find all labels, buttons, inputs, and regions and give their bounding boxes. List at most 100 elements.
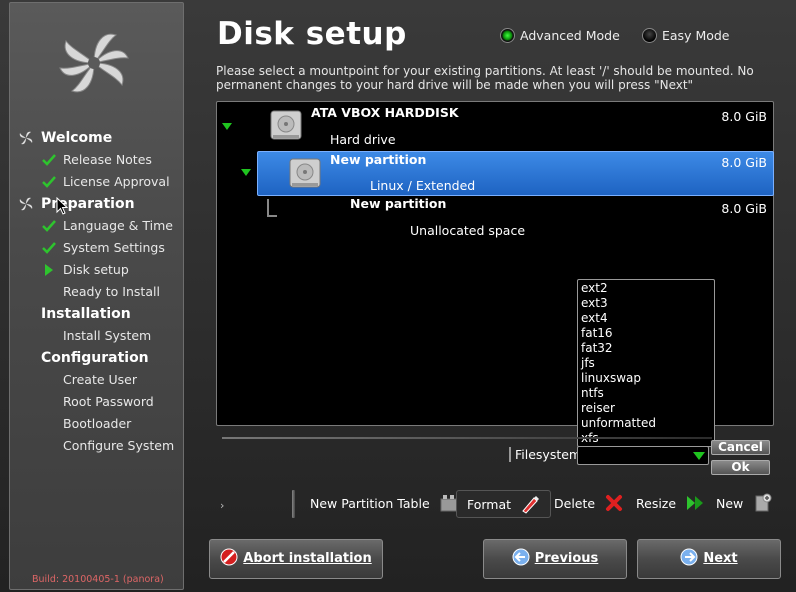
ok-button[interactable]: Ok [711, 460, 770, 475]
resize-button[interactable]: Resize [636, 490, 705, 518]
expand-disk-icon[interactable] [222, 123, 232, 130]
partition-toolbar: › New Partition Table Format Delete Resi… [216, 490, 776, 518]
sidebar-section: Installation [10, 303, 185, 325]
expand-partition-icon[interactable] [241, 169, 251, 176]
delete-button[interactable]: Delete [554, 490, 624, 518]
filesystem-option[interactable]: unformatted [578, 416, 714, 431]
sidebar-item: Release Notes [10, 149, 185, 171]
filesystem-option[interactable]: ext3 [578, 296, 714, 311]
filesystem-option[interactable]: ext4 [578, 311, 714, 326]
mouse-cursor-icon [56, 197, 68, 215]
arrow-left-icon [512, 548, 530, 566]
instruction-text: Please select a mountpoint for your exis… [216, 64, 754, 92]
filesystem-option[interactable]: ext2 [578, 281, 714, 296]
sidebar: Welcome Release Notes License Approval Prep… [9, 2, 184, 590]
sidebar-item-label: Install System [63, 328, 152, 343]
partition-size: 8.0 GiB [721, 155, 767, 170]
toolbar-expand-icon[interactable]: › [220, 499, 224, 512]
resize-label: Resize [636, 496, 677, 511]
unallocated-name: New partition [350, 196, 447, 211]
mode-easy-label: Easy Mode [662, 28, 730, 43]
sidebar-section: Welcome [10, 127, 185, 149]
sidebar-item: System Settings [10, 237, 185, 259]
sidebar-nav: Welcome Release Notes License Approval Prep… [10, 127, 185, 457]
page-title: Disk setup [217, 16, 407, 52]
delete-label: Delete [554, 496, 596, 511]
filesystem-combobox[interactable] [577, 446, 709, 465]
previous-button[interactable]: Previous [483, 539, 627, 579]
sidebar-item-label: Configure System [63, 438, 175, 453]
separator [222, 437, 712, 439]
resize-arrow-icon [687, 496, 704, 510]
sidebar-item-label: Disk setup [63, 262, 129, 277]
sidebar-item-label: Release Notes [63, 152, 152, 167]
mode-easy-radio[interactable]: Easy Mode [642, 28, 730, 43]
sidebar-item: License Approval [10, 171, 185, 193]
sidebar-item-label: System Settings [63, 240, 165, 255]
hard-drive-icon [270, 110, 302, 140]
new-partition-button[interactable]: New [716, 490, 772, 518]
format-brush-icon [522, 496, 540, 514]
sidebar-item-label: Create User [63, 372, 137, 387]
toolbar-separator [292, 490, 295, 518]
sidebar-section-label: Installation [41, 306, 131, 322]
sidebar-item-label: Root Password [63, 394, 154, 409]
previous-label: Previous [534, 551, 599, 566]
sidebar-section-label: Welcome [41, 130, 113, 146]
tree-connector [267, 199, 277, 217]
pardus-small-icon [19, 131, 33, 145]
sidebar-item-label: Ready to Install [63, 284, 160, 299]
pardus-small-icon [19, 197, 33, 211]
sidebar-item: Create User [10, 369, 185, 391]
filesystem-label: Filesystem [509, 447, 581, 462]
new-label: New [716, 496, 744, 511]
sidebar-item-label: License Approval [63, 174, 170, 189]
abort-label: Abort installation [243, 551, 372, 566]
pardus-logo-icon [59, 33, 129, 93]
sidebar-item: Ready to Install [10, 281, 185, 303]
filesystem-option[interactable]: fat16 [578, 326, 714, 341]
sidebar-item: Language & Time [10, 215, 185, 237]
next-button[interactable]: Next [637, 539, 781, 579]
disk-name: ATA VBOX HARDDISK [311, 105, 459, 120]
abort-icon [220, 548, 238, 566]
sidebar-item: Bootloader [10, 413, 185, 435]
cancel-button[interactable]: Cancel [711, 440, 770, 455]
arrow-right-icon [680, 548, 698, 566]
sidebar-item: Root Password [10, 391, 185, 413]
dropdown-arrow-icon[interactable] [693, 452, 705, 460]
disk-type: Hard drive [330, 132, 396, 147]
checkmark-icon [42, 176, 56, 188]
build-label: Build: 20100405-1 (panora) [32, 574, 164, 585]
format-label: Format [467, 497, 512, 512]
sidebar-section-label: Configuration [41, 350, 149, 366]
filesystem-dropdown-list[interactable]: ext2 ext3 ext4 fat16 fat32 jfs linuxswap ntfs re… [577, 279, 715, 447]
sidebar-item-label: Language & Time [63, 218, 173, 233]
sidebar-item-label: Bootloader [63, 416, 132, 431]
sidebar-item: Install System [10, 325, 185, 347]
delete-x-icon [606, 495, 623, 511]
mode-advanced-label: Advanced Mode [520, 28, 620, 43]
radio-checked-icon [500, 28, 515, 43]
partition-name: New partition [330, 152, 427, 167]
current-step-arrow-icon [45, 264, 53, 276]
next-label: Next [703, 551, 738, 566]
filesystem-option[interactable]: ntfs [578, 386, 714, 401]
checkmark-icon [42, 242, 56, 254]
new-partition-table-button[interactable]: New Partition Table [310, 490, 459, 518]
filesystem-option[interactable]: linuxswap [578, 371, 714, 386]
abort-installation-button[interactable]: Abort installation [209, 539, 383, 579]
sidebar-section: Preparation [10, 193, 185, 215]
radio-unchecked-icon [642, 28, 657, 43]
filesystem-option[interactable]: fat32 [578, 341, 714, 356]
unallocated-size: 8.0 GiB [721, 201, 767, 216]
partition-drive-icon [289, 158, 321, 188]
sidebar-item: Disk setup [10, 259, 185, 281]
disk-size: 8.0 GiB [721, 109, 767, 124]
filesystem-option[interactable]: reiser [578, 401, 714, 416]
mode-advanced-radio[interactable]: Advanced Mode [500, 28, 620, 43]
format-button[interactable]: Format [456, 490, 552, 518]
partition-row-selected[interactable]: New partition Linux / Extended 8.0 GiB [257, 151, 774, 196]
filesystem-option[interactable]: jfs [578, 356, 714, 371]
checkmark-icon [42, 220, 56, 232]
